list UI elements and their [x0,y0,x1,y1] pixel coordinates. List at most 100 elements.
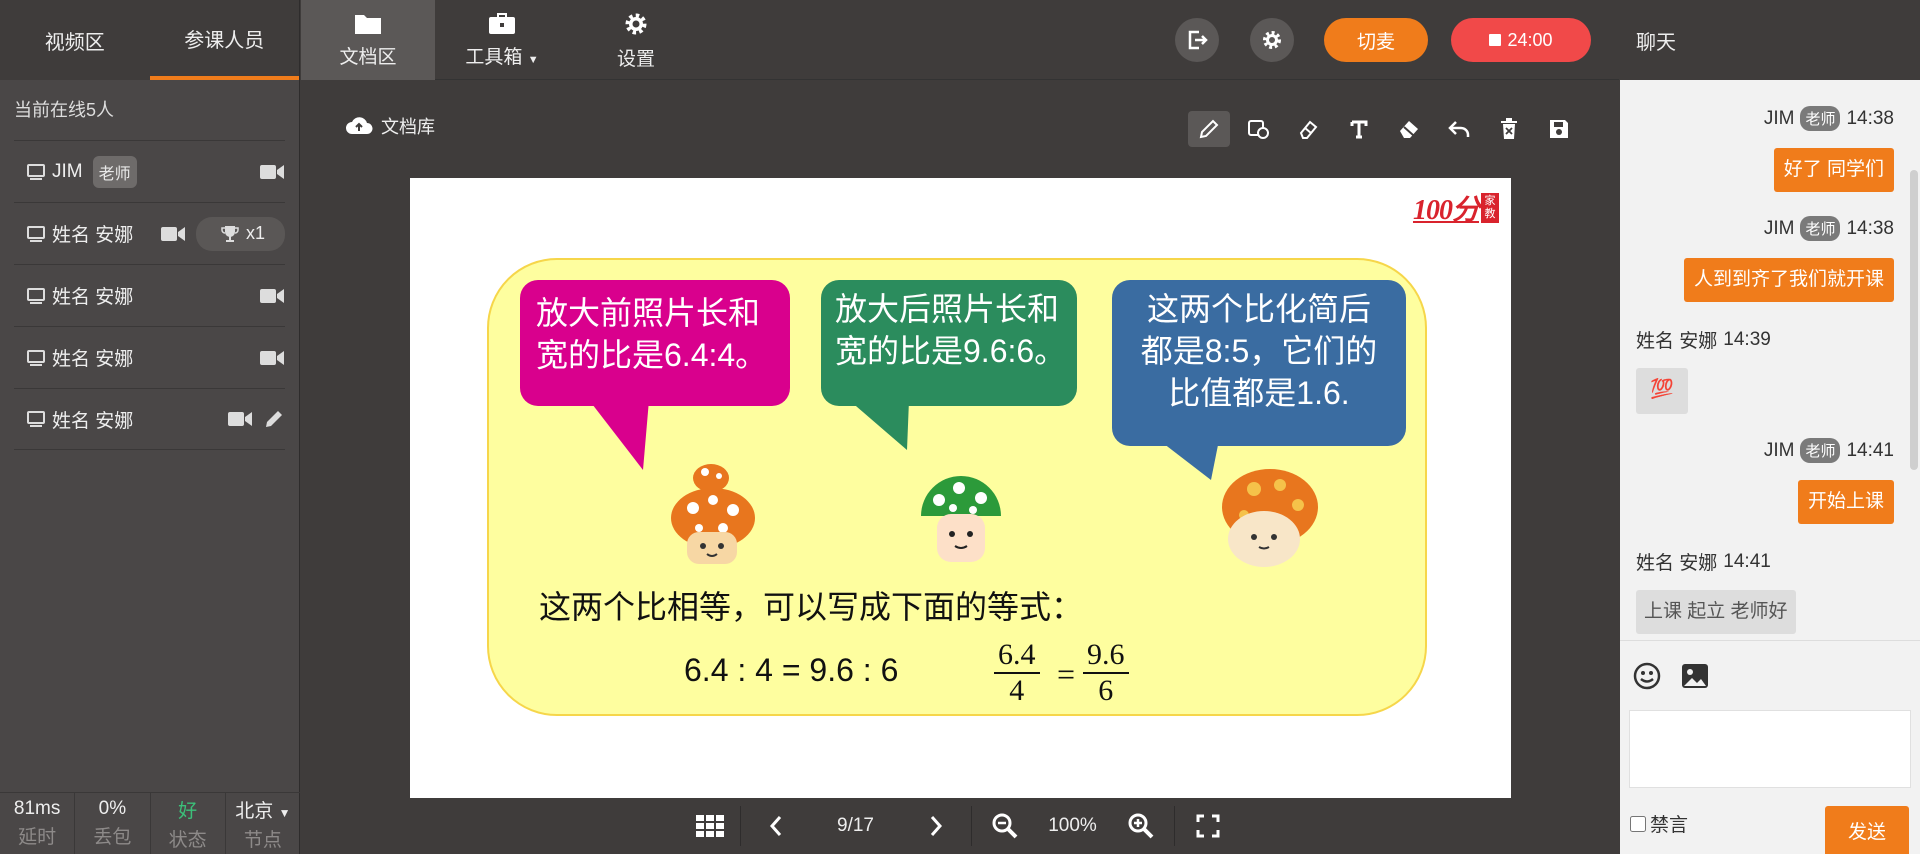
chat-input[interactable] [1629,710,1911,788]
camera-icon[interactable] [259,286,285,306]
eraser-tool[interactable] [1388,111,1430,147]
equals-sign: = [1057,656,1076,692]
pen-icon [1199,119,1219,139]
message-bubble: 好了 同学们 [1773,148,1894,192]
text-tool[interactable] [1338,111,1380,147]
thumbnail-grid-button[interactable] [680,806,740,846]
top-bar: 文档区 工具箱 ▼ 设置 切麦 24:00 [301,0,1619,80]
stop-icon [1489,34,1502,46]
stat-label: 节点 [243,829,282,851]
camera-icon[interactable] [259,162,285,182]
chevron-right-icon [930,816,942,836]
fraction-right: 9.6 6 [1083,638,1129,708]
message-bubble: 上课 起立 老师好 [1636,590,1796,634]
document-area: 文档库 100分 家教 放大前照片长和 宽的比是6.4:4。 放大后照片长和 宽… [301,81,1619,854]
message-header: 姓名 安娜 14:39 [1636,328,1771,353]
user-row[interactable]: JIM 老师 [14,140,285,202]
user-name: 姓名 安娜 [52,287,134,308]
stop-timer-button[interactable]: 24:00 [1451,18,1591,62]
speech-bubble: 放大前照片长和 宽的比是6.4:4。 [520,280,790,406]
trophy-badge: x1 [195,216,285,251]
camera-icon[interactable] [259,348,285,368]
settings-button[interactable] [1250,18,1294,62]
zoom-level: 100% [1048,815,1097,836]
emoji-bubble: 💯 [1636,368,1688,414]
participants-panel: 视频区 参课人员 当前在线5人 JIM 老师 姓名 安娜 x1 姓名 安娜 姓名… [0,0,300,854]
bubble-tail [589,400,649,470]
message-header: JIM 老师 14:38 [1764,216,1894,241]
message-bubble: 开始上课 [1797,480,1894,524]
stat-value: 81ms [13,798,61,819]
document-library-button[interactable]: 文档库 [345,113,435,139]
gear-icon [1263,31,1281,49]
image-icon[interactable] [1680,662,1710,690]
mute-checkbox[interactable] [1630,815,1646,832]
online-count: 当前在线5人 [14,100,115,120]
undo-icon [1448,121,1470,137]
folder-icon [355,14,381,34]
nav-document[interactable]: 文档区 [301,0,435,80]
prev-page-button[interactable] [741,806,811,846]
chat-panel: 聊天 JIM 老师 14:38 好了 同学们 JIM 老师 14:38 人到到齐了我们就… [1620,0,1920,854]
brand-logo: 100分 家教 [1413,188,1499,228]
lesson-board: 放大前照片长和 宽的比是6.4:4。 放大后照片长和 宽的比是9.6:6。 这两… [487,258,1427,716]
node-select[interactable]: 北京 ▼ [235,796,290,823]
chat-messages[interactable]: JIM 老师 14:38 好了 同学们 JIM 老师 14:38 人到到齐了我们就开课 … [1620,80,1920,640]
fullscreen-button[interactable] [1175,806,1241,846]
delete-tool[interactable] [1488,111,1530,147]
camera-icon[interactable] [227,409,253,429]
slide-canvas[interactable]: 100分 家教 放大前照片长和 宽的比是6.4:4。 放大后照片长和 宽的比是9… [410,178,1511,798]
user-row[interactable]: 姓名 安娜 [14,326,285,388]
zoom-out-icon [992,813,1017,839]
equation-statement: 这两个比相等，可以写成下面的等式： [539,589,1084,625]
text-icon [1350,120,1368,139]
stat-label: 状态 [168,829,207,851]
toolbox-icon [489,12,515,34]
save-tool[interactable] [1538,111,1580,147]
switch-mic-button[interactable]: 切麦 [1324,18,1428,62]
exit-button[interactable] [1175,18,1219,62]
bubble-tail [1159,440,1219,480]
user-row[interactable]: 姓名 安娜 [14,388,285,450]
send-button[interactable]: 发送 [1825,806,1909,854]
speech-bubble: 这两个比化简后 都是8:5，它们的 比值都是1.6. [1112,280,1406,446]
shape-tool[interactable] [1238,111,1280,147]
user-name: JIM [52,160,83,182]
monitor-icon [27,225,45,242]
zoom-out-button[interactable] [972,806,1038,846]
zoom-in-button[interactable] [1108,806,1174,846]
chevron-left-icon [769,816,781,836]
user-list: JIM 老师 姓名 安娜 x1 姓名 安娜 姓名 安娜 姓名 安娜 [0,140,299,450]
user-name: 姓名 安娜 [52,349,134,370]
emoji-icon[interactable] [1632,661,1662,691]
tab-participants[interactable]: 参课人员 [149,0,299,80]
grid-icon [695,815,724,837]
undo-tool[interactable] [1438,111,1480,147]
user-row[interactable]: 姓名 安娜 x1 [14,202,285,264]
chat-scrollbar[interactable] [1910,170,1918,470]
message-header: JIM 老师 14:41 [1764,438,1894,463]
pencil-icon[interactable] [263,408,285,430]
eraser-icon [1400,121,1418,138]
shapes-icon [1248,120,1269,139]
tab-video[interactable]: 视频区 [0,0,150,80]
nav-toolbox[interactable]: 工具箱 ▼ [435,0,569,80]
stat-label: 丢包 [93,827,132,848]
mute-toggle[interactable]: 禁言 [1630,810,1688,837]
fraction-left: 6.4 4 [994,638,1040,708]
user-row[interactable]: 姓名 安娜 [14,264,285,326]
trophy-count: x1 [245,223,265,243]
orange-mushroom-image [671,464,755,564]
camera-icon[interactable] [160,224,186,244]
message-header: 姓名 安娜 14:41 [1636,550,1771,575]
nav-settings[interactable]: 设置 [569,0,703,80]
stat-value: 0% [98,798,127,819]
gear-icon [625,13,647,34]
bubble-tail [849,400,909,450]
highlighter-tool[interactable] [1288,111,1330,147]
next-page-button[interactable] [901,806,971,846]
orange-cap-mushroom-image [1222,469,1318,567]
pen-tool[interactable] [1188,111,1230,147]
stat-node[interactable]: 北京 ▼ 节点 [226,793,300,854]
save-icon [1550,120,1568,138]
